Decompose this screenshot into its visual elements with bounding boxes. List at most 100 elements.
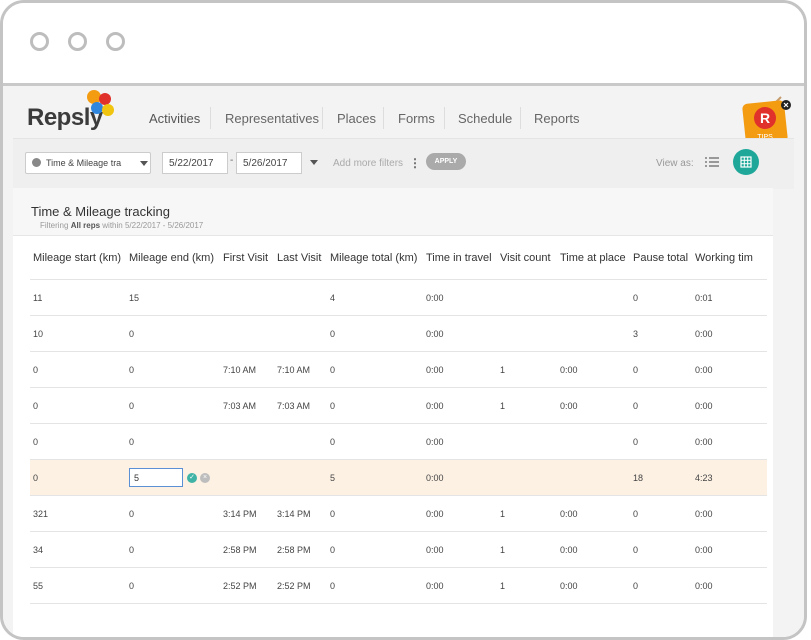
window-dot-3[interactable] (106, 32, 125, 51)
nav-forms[interactable]: Forms (398, 111, 435, 126)
nav-representatives[interactable]: Representatives (225, 111, 319, 126)
col-working-time[interactable]: Working tim (692, 237, 767, 280)
cell-time-at-place (557, 459, 630, 496)
cell-mileage-total: 0 (327, 495, 423, 532)
table-row[interactable]: 34 0 2:58 PM 2:58 PM 0 0:00 1 0:00 0 0:00 (30, 531, 767, 568)
cell-visit-count: 1 (497, 387, 557, 424)
window-chrome (3, 3, 804, 86)
date-from-input[interactable]: 5/22/2017 (162, 152, 228, 174)
col-time-at-place[interactable]: Time at place (557, 237, 630, 280)
cell-first-visit: 2:58 PM (220, 531, 274, 568)
subtitle-range: 5/22/2017 - 5/26/2017 (124, 221, 204, 230)
cell-visit-count: 1 (497, 495, 557, 532)
more-options-icon[interactable]: ⋮ (409, 156, 421, 170)
cell-first-visit: 3:14 PM (220, 495, 274, 532)
nav-divider (444, 107, 445, 129)
mileage-end-edit-input[interactable]: 5 (129, 468, 183, 487)
apply-button[interactable]: APPLY (426, 153, 466, 170)
col-mileage-total[interactable]: Mileage total (km) (327, 237, 423, 280)
cell-time-in-travel: 0:00 (423, 351, 497, 388)
cell-first-visit (220, 315, 274, 352)
table-row[interactable]: 0 0 7:10 AM 7:10 AM 0 0:00 1 0:00 0 0:00 (30, 351, 767, 388)
cell-last-visit (274, 459, 327, 496)
table-row[interactable]: 55 0 2:52 PM 2:52 PM 0 0:00 1 0:00 0 0:00 (30, 567, 767, 604)
cell-working-time: 0:00 (692, 387, 767, 424)
confirm-edit-icon[interactable]: ✓ (187, 472, 197, 483)
tips-letter: R (760, 110, 770, 126)
nav-activities[interactable]: Activities (149, 111, 200, 126)
cell-working-time: 0:00 (692, 351, 767, 388)
date-range-dropdown-icon[interactable] (310, 160, 318, 165)
cell-visit-count (497, 423, 557, 460)
cell-time-at-place: 0:00 (557, 387, 630, 424)
col-visit-count[interactable]: Visit count (497, 237, 557, 280)
cell-time-in-travel: 0:00 (423, 495, 497, 532)
col-pause-total[interactable]: Pause total (630, 237, 692, 280)
table-row[interactable]: 10 0 0 0:00 3 0:00 (30, 315, 767, 352)
col-mileage-start[interactable]: Mileage start (km) (30, 237, 126, 280)
nav-schedule[interactable]: Schedule (458, 111, 512, 126)
clock-icon (32, 158, 41, 167)
cell-mileage-end: 0 (126, 567, 220, 604)
cancel-edit-icon[interactable]: × (200, 472, 210, 483)
cell-mileage-end: 15 (126, 279, 220, 316)
subtitle-within: within (102, 221, 123, 230)
cell-mileage-total: 0 (327, 387, 423, 424)
table-row[interactable]: 11 15 4 0:00 0 0:01 (30, 279, 767, 316)
nav-reports[interactable]: Reports (534, 111, 580, 126)
cell-visit-count (497, 459, 557, 496)
date-to-input[interactable]: 5/26/2017 (236, 152, 302, 174)
cell-mileage-start: 10 (30, 315, 126, 352)
cell-mileage-end: 0 (126, 387, 220, 424)
view-as-label: View as: (656, 158, 694, 169)
cell-working-time: 0:00 (692, 315, 767, 352)
col-mileage-end[interactable]: Mileage end (km) (126, 237, 220, 280)
window-dot-1[interactable] (30, 32, 49, 51)
cell-mileage-end: 0 (126, 315, 220, 352)
cell-mileage-start: 11 (30, 279, 126, 316)
cell-last-visit: 3:14 PM (274, 495, 327, 532)
table-row[interactable]: 0 5 ✓ × 5 0:00 18 4:23 (30, 459, 767, 496)
report-select[interactable]: Time & Mileage tra (25, 152, 151, 174)
cell-last-visit: 2:58 PM (274, 531, 327, 568)
table-row[interactable]: 0 0 0 0:00 0 0:00 (30, 423, 767, 460)
cell-time-at-place (557, 315, 630, 352)
table-row[interactable]: 321 0 3:14 PM 3:14 PM 0 0:00 1 0:00 0 0:00 (30, 495, 767, 532)
col-time-in-travel[interactable]: Time in travel (423, 237, 497, 280)
subtitle-reps: All reps (70, 221, 101, 230)
nav-places[interactable]: Places (337, 111, 376, 126)
col-last-visit[interactable]: Last Visit (274, 237, 327, 280)
list-view-icon[interactable] (705, 156, 719, 168)
col-first-visit[interactable]: First Visit (220, 237, 274, 280)
cell-time-at-place: 0:00 (557, 531, 630, 568)
nav-divider (210, 107, 211, 129)
table-header-row: Mileage start (km) Mileage end (km) Firs… (30, 237, 767, 280)
cell-pause-total: 0 (630, 279, 692, 316)
cell-mileage-start: 55 (30, 567, 126, 604)
cell-pause-total: 0 (630, 423, 692, 460)
cell-mileage-end: 0 (126, 531, 220, 568)
table-row[interactable]: 0 0 7:03 AM 7:03 AM 0 0:00 1 0:00 0 0:00 (30, 387, 767, 424)
cell-last-visit (274, 279, 327, 316)
cell-pause-total: 0 (630, 387, 692, 424)
cell-first-visit: 7:10 AM (220, 351, 274, 388)
cell-first-visit (220, 423, 274, 460)
window-dot-2[interactable] (68, 32, 87, 51)
cell-time-in-travel: 0:00 (423, 279, 497, 316)
cell-last-visit (274, 423, 327, 460)
cell-last-visit (274, 315, 327, 352)
cell-mileage-total: 0 (327, 423, 423, 460)
nav-divider (383, 107, 384, 129)
cell-first-visit (220, 459, 274, 496)
cell-mileage-end: 0 (126, 495, 220, 532)
add-more-filters[interactable]: Add more filters (333, 158, 403, 169)
cell-pause-total: 3 (630, 315, 692, 352)
grid-view-button[interactable] (733, 149, 759, 175)
cell-working-time: 0:00 (692, 567, 767, 604)
cell-mileage-start: 0 (30, 351, 126, 388)
cell-time-in-travel: 0:00 (423, 315, 497, 352)
cell-mileage-total: 0 (327, 531, 423, 568)
grid-view-icon (740, 156, 752, 168)
repsly-logo-mark-icon (87, 90, 114, 116)
cell-working-time: 4:23 (692, 459, 767, 496)
